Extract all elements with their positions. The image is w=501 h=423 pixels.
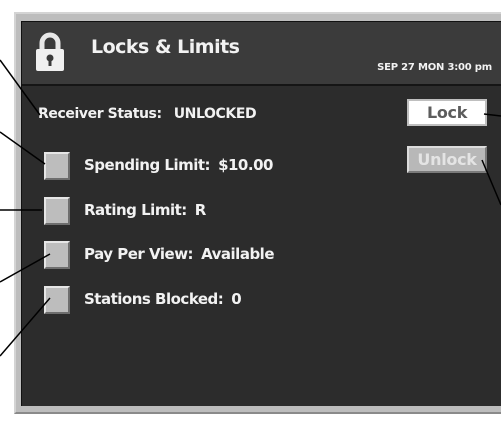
spending-limit-value: $10.00 xyxy=(218,156,273,174)
receiver-status-value: UNLOCKED xyxy=(173,106,257,122)
stations-blocked-button[interactable] xyxy=(44,286,70,314)
pay-per-view-button[interactable] xyxy=(44,241,70,269)
receiver-status: Receiver Status: UNLOCKED xyxy=(38,106,257,122)
unlock-button[interactable]: Unlock xyxy=(407,146,487,173)
padlock-icon xyxy=(36,32,64,71)
stations-blocked-label: Stations Blocked: xyxy=(84,290,224,308)
rating-limit-label: Rating Limit: xyxy=(84,201,187,219)
stations-blocked-value: 0 xyxy=(231,290,242,308)
date-time-display: SEP 27 MON 3:00 pm xyxy=(377,62,492,73)
spending-limit-label: Spending Limit: xyxy=(84,156,211,174)
spending-limit-button[interactable] xyxy=(44,152,70,180)
rating-limit-value: R xyxy=(194,201,207,219)
pay-per-view-value: Available xyxy=(201,245,274,263)
rating-limit-button[interactable] xyxy=(44,197,70,225)
page-title: Locks & Limits xyxy=(91,36,240,58)
lock-button[interactable]: Lock xyxy=(407,99,487,126)
receiver-status-label: Receiver Status: xyxy=(38,106,162,122)
locks-and-limits-screen: Locks & Limits SEP 27 MON 3:00 pm Receiv… xyxy=(21,21,501,406)
pay-per-view-label: Pay Per View: xyxy=(84,245,194,263)
header-bar: Locks & Limits SEP 27 MON 3:00 pm xyxy=(22,22,501,86)
